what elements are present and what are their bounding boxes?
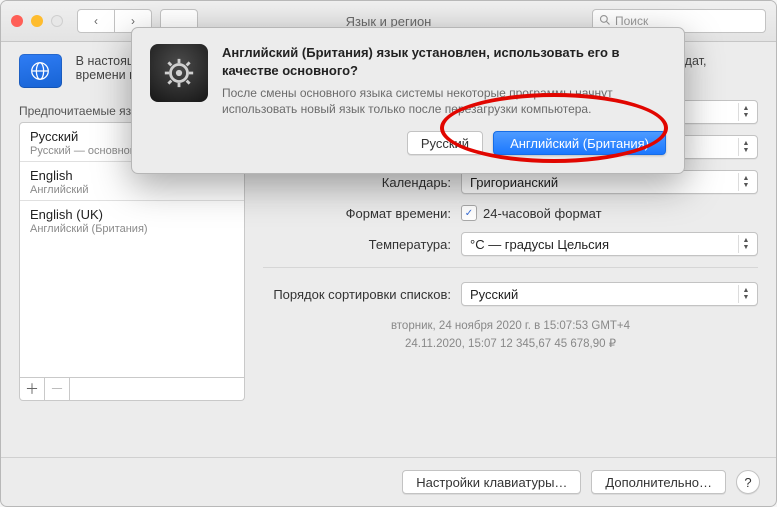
- zoom-icon: [51, 15, 63, 27]
- chevron-right-icon: ›: [131, 14, 135, 28]
- preview-line-1: вторник, 24 ноября 2020 г. в 15:07:53 GM…: [263, 317, 758, 335]
- dialog-secondary-button[interactable]: Русский: [407, 131, 483, 155]
- bottom-bar: Настройки клавиатуры… Дополнительно… ?: [1, 457, 776, 506]
- timefmt-label: Формат времени:: [263, 206, 451, 221]
- list-footer: ＋ －: [19, 378, 245, 401]
- dialog-body: После смены основного языка системы неко…: [222, 85, 666, 117]
- temperature-value: °C — градусы Цельсия: [470, 237, 609, 252]
- preferences-window: ‹ › Язык и регион Поиск: [0, 0, 777, 507]
- calendar-value: Григорианский: [470, 175, 558, 190]
- stepper-icon: ▲▼: [738, 235, 753, 253]
- minimize-icon[interactable]: [31, 15, 43, 27]
- keyboard-settings-button[interactable]: Настройки клавиатуры…: [402, 470, 581, 494]
- stepper-icon: ▲▼: [738, 173, 753, 191]
- list-item-title: English (UK): [30, 207, 234, 222]
- temperature-select[interactable]: °C — градусы Цельсия ▲▼: [461, 232, 758, 256]
- system-preferences-icon: [150, 44, 208, 102]
- close-icon[interactable]: [11, 15, 23, 27]
- add-language-button[interactable]: ＋: [20, 378, 45, 400]
- remove-language-button: －: [45, 378, 70, 400]
- listsort-value: Русский: [470, 287, 518, 302]
- dialog-sheet: Английский (Британия) язык установлен, и…: [131, 27, 685, 174]
- stepper-icon: ▲▼: [738, 103, 753, 121]
- listsort-select[interactable]: Русский ▲▼: [461, 282, 758, 306]
- search-placeholder: Поиск: [615, 14, 648, 28]
- help-button[interactable]: ?: [736, 470, 760, 494]
- globe-flag-icon: [19, 54, 62, 88]
- timefmt-checkbox[interactable]: ✓: [461, 205, 477, 221]
- separator: [263, 267, 758, 268]
- dialog-heading: Английский (Британия) язык установлен, и…: [222, 44, 666, 79]
- traffic-lights: [11, 15, 63, 27]
- list-item-sub: Английский (Британия): [30, 223, 234, 235]
- temperature-label: Температура:: [263, 237, 451, 252]
- preview-line-2: 24.11.2020, 15:07 12 345,67 45 678,90 ₽: [263, 335, 758, 353]
- advanced-button[interactable]: Дополнительно…: [591, 470, 726, 494]
- timefmt-checkbox-label: 24-часовой формат: [483, 206, 602, 221]
- back-button[interactable]: ‹: [77, 9, 115, 33]
- stepper-icon: ▲▼: [738, 285, 753, 303]
- stepper-icon: ▲▼: [738, 138, 753, 156]
- dialog-primary-button[interactable]: Английский (Британия): [493, 131, 666, 155]
- list-item-sub: Английский: [30, 184, 234, 196]
- chevron-left-icon: ‹: [94, 14, 98, 28]
- formats-preview: вторник, 24 ноября 2020 г. в 15:07:53 GM…: [263, 317, 758, 354]
- list-item[interactable]: English (UK) Английский (Британия): [20, 201, 244, 239]
- calendar-label: Календарь:: [263, 175, 451, 190]
- listsort-label: Порядок сортировки списков:: [263, 287, 451, 302]
